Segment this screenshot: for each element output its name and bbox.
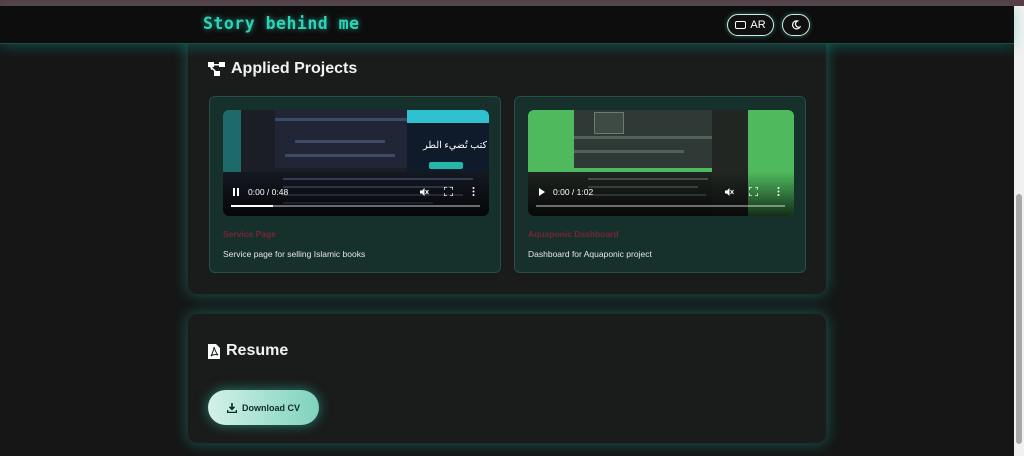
- project-description: Dashboard for Aquaponic project: [528, 249, 652, 259]
- resume-heading: Resume: [208, 342, 288, 360]
- video-progress-bar[interactable]: [536, 205, 785, 207]
- resume-title: Resume: [226, 342, 289, 359]
- projects-heading: Applied Projects: [208, 60, 357, 78]
- project-title[interactable]: Service Page: [223, 229, 276, 239]
- language-label: AR: [750, 19, 766, 31]
- project-description: Service page for selling Islamic books: [223, 249, 366, 259]
- video-progress-bar[interactable]: [231, 205, 480, 207]
- navbar: Story behind me AR: [0, 6, 1014, 44]
- video-time: 0:00 / 1:02: [553, 187, 594, 197]
- video-overlay-text: كتب تُضيء الطر: [423, 140, 487, 151]
- language-toggle-button[interactable]: AR: [727, 14, 774, 36]
- scrollbar-thumb[interactable]: [1016, 194, 1022, 444]
- resume-section: Resume Download CV: [187, 313, 827, 444]
- fullscreen-icon[interactable]: [444, 187, 453, 196]
- video-progress-fill: [231, 205, 274, 207]
- projects-section: Applied Projects كتب تُضيء الطر 0:00 / 0…: [187, 20, 827, 295]
- more-options-icon[interactable]: [472, 187, 475, 196]
- play-icon[interactable]: [538, 188, 546, 196]
- page-scrollbar[interactable]: [1014, 6, 1024, 456]
- pause-icon[interactable]: [232, 188, 240, 196]
- project-card-aquaponic-dashboard: 0:00 / 1:02 Aquaponic Dashboard Dashboar…: [514, 96, 806, 273]
- video-controls: 0:00 / 1:02: [528, 176, 794, 216]
- project-title[interactable]: Aquaponic Dashboard: [528, 229, 619, 239]
- video-controls: 0:00 / 0:48: [223, 176, 489, 216]
- project-video-player[interactable]: 0:00 / 1:02: [528, 110, 794, 216]
- file-pdf-icon: [208, 343, 220, 359]
- site-brand[interactable]: Story behind me: [203, 14, 360, 33]
- project-diagram-icon: [208, 62, 225, 76]
- mute-icon[interactable]: [419, 187, 429, 197]
- download-cv-button[interactable]: Download CV: [208, 390, 319, 425]
- fullscreen-icon[interactable]: [749, 187, 758, 196]
- project-card-service-page: كتب تُضيء الطر 0:00 / 0:48 Service Page …: [209, 96, 501, 273]
- video-frame-screenshot: [574, 110, 712, 168]
- keyboard-icon: [735, 21, 747, 29]
- download-cv-label: Download CV: [242, 402, 300, 413]
- video-frame-screenshot: [275, 110, 407, 168]
- theme-toggle-button[interactable]: [782, 14, 810, 36]
- more-options-icon[interactable]: [777, 187, 780, 196]
- download-icon: [227, 402, 237, 413]
- moon-icon: [792, 20, 801, 30]
- projects-title: Applied Projects: [231, 60, 358, 77]
- project-video-player[interactable]: كتب تُضيء الطر 0:00 / 0:48: [223, 110, 489, 216]
- video-time: 0:00 / 0:48: [248, 187, 289, 197]
- mute-icon[interactable]: [724, 187, 734, 197]
